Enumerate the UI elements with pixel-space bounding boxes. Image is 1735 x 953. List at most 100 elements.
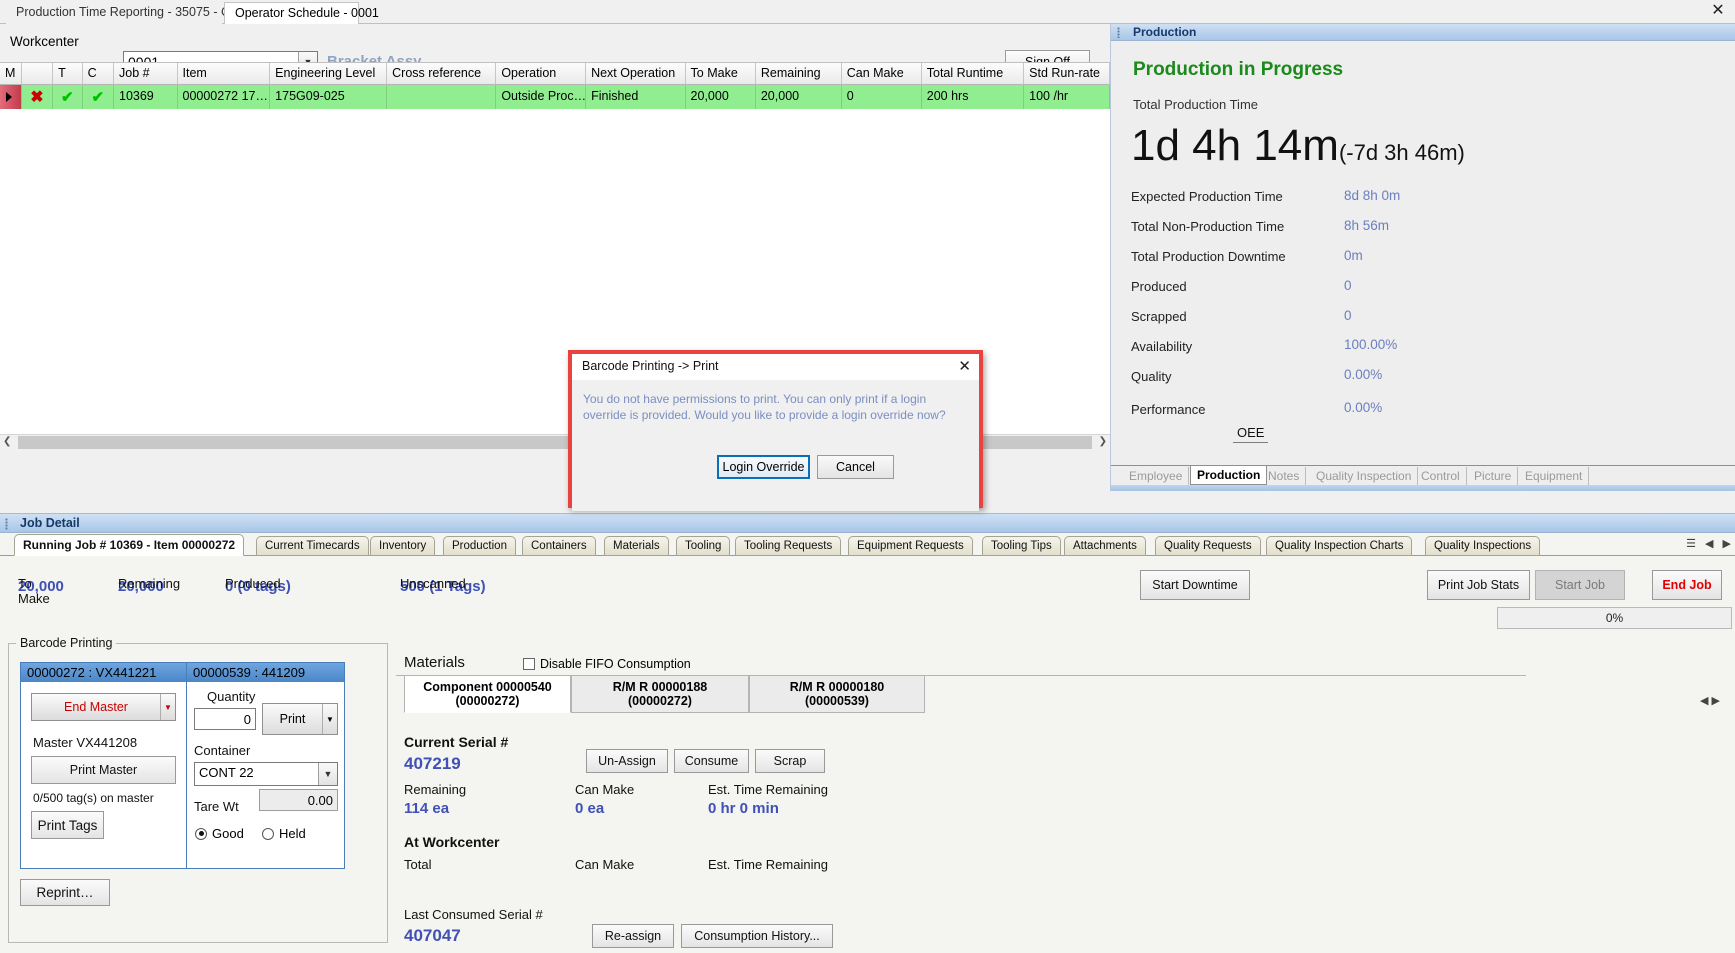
col-header-c[interactable]: C: [82, 63, 114, 85]
print-job-stats-button[interactable]: Print Job Stats: [1427, 570, 1530, 600]
tab-employee[interactable]: Employee: [1123, 467, 1190, 485]
material-tab-rm-00000188[interactable]: R/M R 00000188 (00000272): [571, 675, 749, 713]
tab-control[interactable]: Control: [1415, 467, 1467, 485]
radio-held[interactable]: Held: [262, 826, 306, 841]
window-tab-production-time-reporting[interactable]: Production Time Reporting - 35075 - Curr…: [6, 2, 263, 24]
table-row[interactable]: ✖ ✔ ✔ 10369 00000272 17… 175G09-025 Outs…: [0, 85, 1110, 109]
start-job-button[interactable]: Start Job: [1535, 570, 1625, 600]
un-assign-button[interactable]: Un-Assign: [586, 749, 668, 773]
radio-dot-icon: [262, 827, 274, 840]
metric-label-scrapped: Scrapped: [1131, 309, 1187, 324]
consume-button[interactable]: Consume: [674, 749, 749, 773]
tab-scroll-right-icon[interactable]: ▶: [1723, 538, 1731, 550]
stat-remaining: Remaining 20,000: [118, 576, 180, 595]
end-master-button[interactable]: End Master: [32, 694, 160, 720]
check-mark-icon: ✔: [91, 89, 105, 106]
stat-label: Produced: [225, 576, 281, 591]
tab-containers[interactable]: Containers: [522, 536, 596, 556]
tab-quality-inspections[interactable]: Quality Inspections: [1425, 536, 1541, 556]
chevron-down-icon[interactable]: ▼: [322, 704, 337, 734]
scrap-button[interactable]: Scrap: [755, 749, 825, 773]
login-override-button[interactable]: Login Override: [717, 455, 810, 479]
tab-production[interactable]: Production: [1190, 466, 1268, 485]
col-header-job[interactable]: Job #: [114, 63, 178, 85]
tab-current-timecards[interactable]: Current Timecards: [256, 536, 369, 556]
radio-held-label: Held: [279, 826, 306, 841]
tab-notes[interactable]: Notes: [1262, 467, 1307, 485]
grip-icon: [1117, 27, 1120, 38]
tab-equipment-requests[interactable]: Equipment Requests: [848, 536, 973, 556]
tab-tooling-tips[interactable]: Tooling Tips: [982, 536, 1061, 556]
start-downtime-button[interactable]: Start Downtime: [1140, 570, 1250, 600]
col-header-can-make[interactable]: Can Make: [841, 63, 922, 85]
wc-est-time-label: Est. Time Remaining: [708, 857, 828, 872]
scroll-left-icon[interactable]: ◀: [1700, 695, 1708, 707]
col-header-next-operation[interactable]: Next Operation: [586, 63, 686, 85]
cell-c-flag: ✔: [83, 85, 114, 109]
scroll-left-icon[interactable]: ❮: [3, 436, 11, 447]
material-tab-component-00000540[interactable]: Component 00000540 (00000272): [404, 675, 571, 713]
current-serial-label: Current Serial #: [404, 734, 509, 750]
col-header-std-run-rate[interactable]: Std Run-rate: [1024, 63, 1110, 85]
chevron-down-icon[interactable]: ▼: [318, 763, 337, 785]
tab-production[interactable]: Production: [443, 536, 516, 556]
print-split-button[interactable]: Print ▼: [262, 703, 338, 735]
tab-quality-inspection-charts[interactable]: Quality Inspection Charts: [1266, 536, 1413, 556]
dialog-close-icon[interactable]: ✕: [958, 357, 971, 375]
stat-label: To Make: [18, 576, 50, 606]
remaining-value: 114 ea: [404, 800, 450, 817]
metric-label-expected-production-time: Expected Production Time: [1131, 189, 1283, 204]
cancel-button[interactable]: Cancel: [817, 455, 894, 479]
dialog-title: Barcode Printing -> Print: [582, 359, 719, 373]
scroll-right-icon[interactable]: ❯: [1099, 436, 1107, 447]
print-button[interactable]: Print: [263, 704, 322, 734]
print-tags-button[interactable]: Print Tags: [31, 811, 104, 839]
tab-tooling[interactable]: Tooling: [676, 536, 731, 556]
production-heading: Production in Progress: [1133, 59, 1344, 80]
chevron-down-icon[interactable]: ▼: [160, 694, 175, 720]
tab-scroll-left-icon[interactable]: ◀: [1705, 538, 1713, 550]
col-header-item[interactable]: Item: [177, 63, 271, 85]
barcode-card-right-header: 00000539 : 441209: [187, 663, 344, 682]
col-header-cross-reference[interactable]: Cross reference: [387, 63, 497, 85]
re-assign-button[interactable]: Re-assign: [592, 924, 674, 948]
end-job-button[interactable]: End Job: [1652, 570, 1722, 600]
quantity-input[interactable]: 0: [194, 708, 256, 730]
end-master-split-button[interactable]: End Master ▼: [31, 693, 176, 721]
col-header-m[interactable]: M: [0, 63, 22, 85]
tab-tooling-requests[interactable]: Tooling Requests: [735, 536, 842, 556]
row-selector-icon[interactable]: [0, 85, 22, 109]
radio-good[interactable]: Good: [195, 826, 244, 841]
barcode-card-right: 00000539 : 441209 Quantity 0 Print ▼ Con…: [186, 662, 345, 869]
col-header-operation[interactable]: Operation: [496, 63, 587, 85]
est-time-remaining-value: 0 hr 0 min: [708, 800, 779, 817]
col-header-t[interactable]: T: [53, 63, 83, 85]
print-master-button[interactable]: Print Master: [31, 756, 176, 784]
window-tab-operator-schedule[interactable]: Operator Schedule - 0001: [224, 2, 379, 24]
window-close-icon[interactable]: ✕: [1707, 2, 1729, 22]
material-tab-rm-00000180[interactable]: R/M R 00000180 (00000539): [749, 675, 925, 713]
tab-inventory[interactable]: Inventory: [370, 536, 436, 556]
tab-running-job[interactable]: Running Job # 10369 - Item 00000272: [14, 534, 245, 556]
disable-fifo-checkbox[interactable]: Disable FIFO Consumption: [523, 657, 691, 671]
reprint-button[interactable]: Reprint…: [20, 879, 110, 906]
cell-to-make: 20,000: [686, 85, 756, 109]
col-header-blank[interactable]: [21, 63, 54, 85]
window-tab-label: Operator Schedule - 0001: [235, 6, 379, 20]
col-header-total-runtime[interactable]: Total Runtime: [921, 63, 1025, 85]
col-header-to-make[interactable]: To Make: [685, 63, 756, 85]
tags-on-master-line: 0/500 tag(s) on master: [33, 791, 154, 805]
tab-quality-inspection[interactable]: Quality Inspection: [1310, 467, 1419, 485]
tab-quality-requests[interactable]: Quality Requests: [1155, 536, 1261, 556]
scroll-right-icon[interactable]: ▶: [1712, 695, 1720, 707]
container-select[interactable]: CONT 22 ▼: [194, 762, 338, 786]
materials-scroll-controls[interactable]: ◀ ▶: [1700, 694, 1720, 707]
tab-picture[interactable]: Picture: [1468, 467, 1519, 485]
tab-equipment[interactable]: Equipment: [1519, 467, 1590, 485]
tab-overflow-icon[interactable]: ☰: [1686, 538, 1696, 550]
tab-attachments[interactable]: Attachments: [1064, 536, 1146, 556]
col-header-remaining[interactable]: Remaining: [755, 63, 842, 85]
consumption-history-button[interactable]: Consumption History...: [681, 924, 833, 948]
col-header-engineering-level[interactable]: Engineering Level: [270, 63, 388, 85]
tab-materials[interactable]: Materials: [604, 536, 669, 556]
